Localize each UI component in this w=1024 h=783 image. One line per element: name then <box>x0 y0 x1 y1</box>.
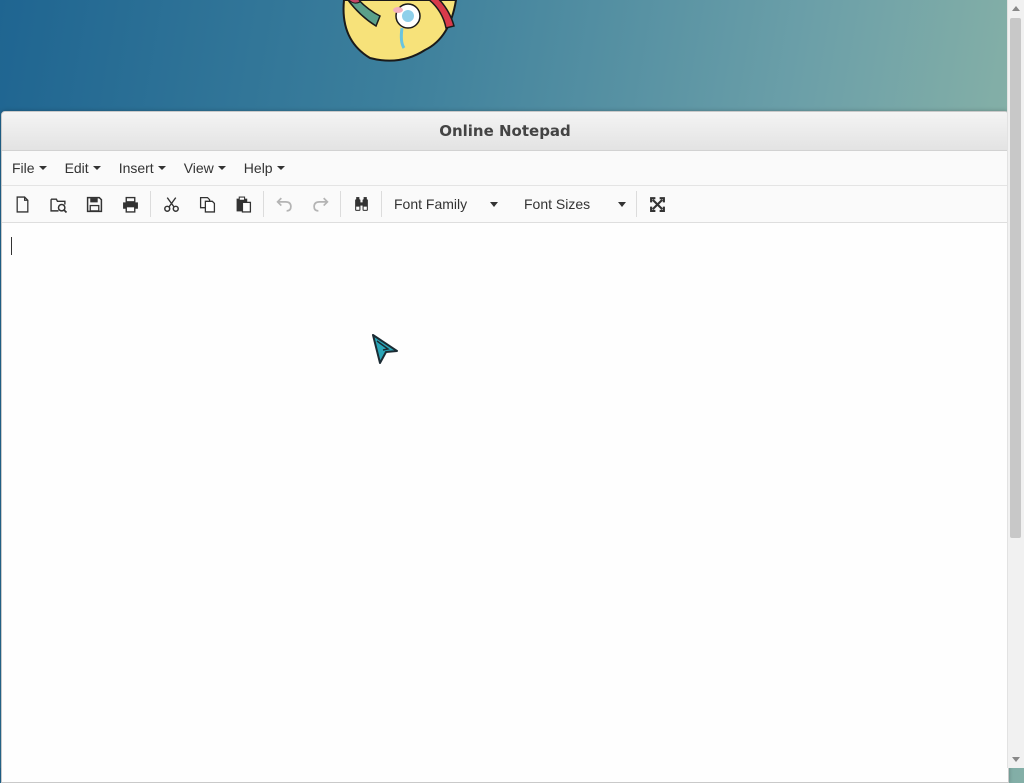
cut-button[interactable] <box>153 186 189 222</box>
menu-help[interactable]: Help <box>244 160 285 176</box>
print-button[interactable] <box>112 186 148 222</box>
font-sizes-label: Font Sizes <box>524 196 591 212</box>
scrollbar-thumb[interactable] <box>1010 18 1021 538</box>
chevron-down-icon <box>217 166 226 170</box>
menu-help-label: Help <box>243 160 273 176</box>
window-title: Online Notepad <box>2 112 1008 151</box>
menu-insert[interactable]: Insert <box>119 160 166 176</box>
find-icon <box>354 196 368 211</box>
print-icon <box>122 196 138 213</box>
chevron-down-icon <box>490 201 498 207</box>
undo-icon <box>275 197 292 212</box>
notepad-window: Online Notepad File Edit Insert View Hel… <box>1 111 1009 783</box>
font-sizes-dropdown[interactable]: Font Sizes <box>514 186 634 222</box>
toolbar-separator <box>340 191 341 217</box>
undo-button[interactable] <box>266 186 302 222</box>
cut-icon <box>163 196 179 212</box>
menu-edit[interactable]: Edit <box>65 160 101 176</box>
paste-icon <box>236 196 251 213</box>
fullscreen-button[interactable] <box>639 186 675 222</box>
save-button[interactable] <box>76 186 112 222</box>
chevron-down-icon <box>276 166 285 170</box>
find-button[interactable] <box>343 186 379 222</box>
chevron-down-icon <box>38 166 47 170</box>
menu-edit-label: Edit <box>64 160 89 176</box>
font-family-dropdown[interactable]: Font Family <box>384 186 506 222</box>
menu-view[interactable]: View <box>184 160 226 176</box>
toolbar-separator <box>636 191 637 217</box>
chevron-down-icon <box>618 201 626 207</box>
menu-file[interactable]: File <box>12 160 47 176</box>
toolbar-separator <box>150 191 151 217</box>
page-scrollbar[interactable] <box>1007 0 1024 768</box>
chevron-down-icon <box>157 166 166 170</box>
redo-button[interactable] <box>302 186 338 222</box>
mouse-pointer-icon <box>372 334 398 364</box>
scroll-up-arrow-icon[interactable] <box>1012 6 1020 11</box>
editor-area[interactable] <box>2 223 1008 782</box>
toolbar-separator <box>263 191 264 217</box>
mascot-image <box>342 0 458 62</box>
toolbar: Font Family Font Sizes <box>2 186 1008 223</box>
copy-icon <box>199 196 215 213</box>
save-icon <box>86 196 102 212</box>
menu-file-label: File <box>12 160 35 176</box>
menu-insert-label: Insert <box>118 160 154 176</box>
menu-bar: File Edit Insert View Help <box>2 151 1008 186</box>
paste-button[interactable] <box>225 186 261 222</box>
menu-view-label: View <box>183 160 214 176</box>
open-file-button[interactable] <box>40 186 76 222</box>
scroll-down-arrow-icon[interactable] <box>1012 757 1020 762</box>
open-file-icon <box>49 197 67 213</box>
toolbar-separator <box>381 191 382 217</box>
copy-button[interactable] <box>189 186 225 222</box>
new-document-button[interactable] <box>4 186 40 222</box>
new-document-icon <box>16 195 28 213</box>
text-cursor <box>11 237 12 255</box>
fullscreen-icon <box>649 196 665 212</box>
chevron-down-icon <box>92 166 101 170</box>
redo-icon <box>312 197 329 212</box>
font-family-label: Font Family <box>394 196 468 212</box>
